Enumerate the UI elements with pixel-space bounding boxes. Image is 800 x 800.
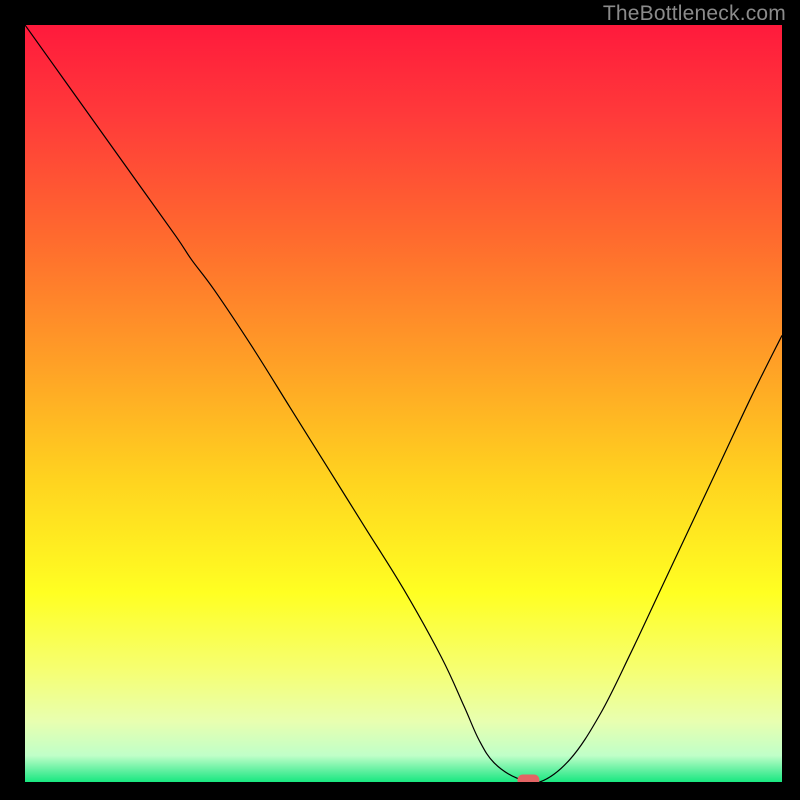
outer-frame: TheBottleneck.com <box>0 0 800 800</box>
chart-svg <box>25 25 782 782</box>
gradient-backdrop <box>25 25 782 782</box>
watermark-text: TheBottleneck.com <box>603 2 786 26</box>
minimum-marker <box>517 775 539 783</box>
plot-area <box>25 25 782 782</box>
